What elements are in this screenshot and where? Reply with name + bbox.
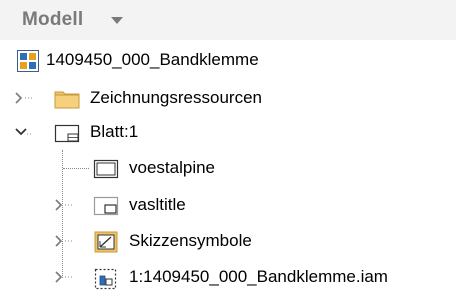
expand-chevron-icon[interactable] — [12, 89, 34, 107]
folder-icon — [54, 88, 80, 109]
tree-root-label: 1409450_000_Bandklemme — [46, 50, 259, 69]
tree-item-voestalpine[interactable]: voestalpine — [0, 153, 456, 183]
tree-item-label: 1:1409450_000_Bandklemme.iam — [129, 267, 388, 286]
tree-item-vasltitle[interactable]: vasltitle — [0, 190, 456, 220]
sketch-symbols-icon — [93, 231, 119, 253]
tree-item-drawing-view[interactable]: 1:1409450_000_Bandklemme.iam — [0, 262, 456, 292]
sheet-icon — [54, 122, 80, 143]
browser-header: Modell — [0, 0, 456, 40]
collapse-chevron-icon[interactable] — [12, 123, 34, 141]
expand-chevron-icon[interactable] — [52, 268, 74, 286]
drawing-view-icon — [93, 267, 119, 290]
tree-item-label: vasltitle — [129, 195, 186, 214]
tree-item-label: Zeichnungsressourcen — [90, 88, 262, 107]
tree-item-label: Skizzensymbole — [129, 231, 252, 250]
tree-item-label: voestalpine — [129, 158, 216, 177]
expand-chevron-icon[interactable] — [52, 232, 74, 250]
expand-chevron-icon[interactable] — [52, 196, 74, 214]
tree-item-zeichnungsressourcen[interactable]: Zeichnungsressourcen — [0, 83, 456, 113]
assembly-document-icon — [17, 50, 39, 72]
browser-title[interactable]: Modell — [22, 9, 83, 31]
tree-root-item[interactable]: 1409450_000_Bandklemme — [0, 45, 456, 75]
tree-item-label: Blatt:1 — [90, 122, 139, 141]
tree-item-blatt[interactable]: Blatt:1 — [0, 117, 456, 147]
border-icon — [93, 158, 119, 179]
tree-item-skizzensymbole[interactable]: Skizzensymbole — [0, 226, 456, 256]
chevron-down-icon[interactable] — [111, 17, 123, 24]
title-block-icon — [93, 195, 119, 216]
model-browser-panel: Modell 1409450_000_Bandklemme Zeichnungs… — [0, 0, 456, 295]
